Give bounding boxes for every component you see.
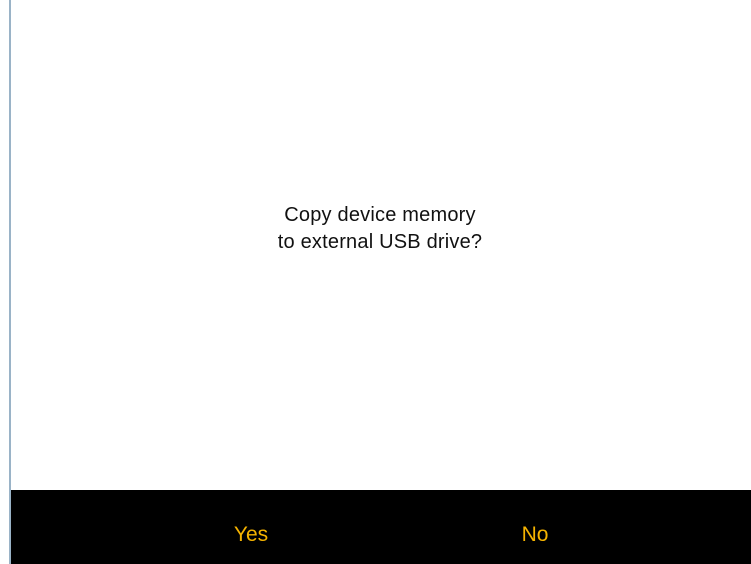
yes-button[interactable]: Yes (151, 490, 351, 564)
dialog-message-line-2: to external USB drive? (277, 231, 483, 253)
button-bar: Yes No (11, 490, 751, 564)
no-button[interactable]: No (435, 490, 635, 564)
dialog-message-line-1: Copy device memory (284, 204, 476, 226)
dialog-message: Copy device memory to external USB drive… (0, 202, 751, 256)
